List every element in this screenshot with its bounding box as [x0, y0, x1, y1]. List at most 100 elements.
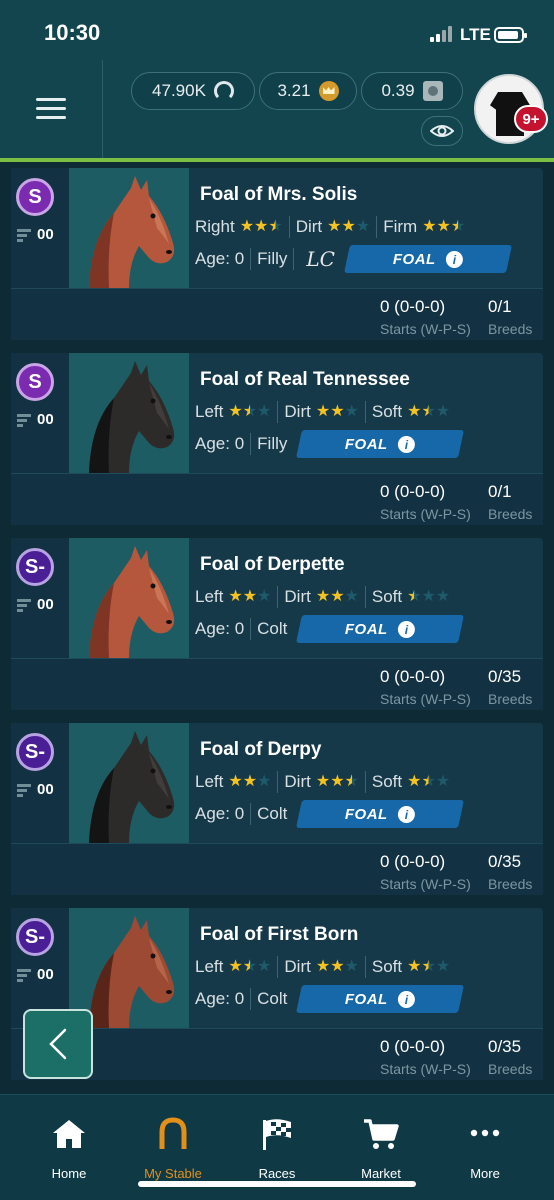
horse-name[interactable]: Foal of Derpette — [200, 554, 345, 576]
star-rating: ★ ★ ★ — [316, 404, 359, 420]
tab-market[interactable]: Market — [331, 1117, 431, 1181]
surface-ratings-row: Left ★ ★ ★ Dirt ★ ★ ★ Soft ★ ★ ★ — [195, 584, 456, 610]
star-rating: ★ ★ ★ — [407, 774, 450, 790]
chevron-left-icon — [49, 1028, 67, 1060]
horse-image[interactable] — [69, 723, 189, 843]
horse-name[interactable]: Foal of Derpy — [200, 739, 321, 761]
currency-3-value: 0.39 — [381, 81, 415, 100]
currency-pill-3[interactable]: 0.39 — [361, 72, 463, 110]
info-icon[interactable]: i — [445, 250, 463, 268]
sex-label: Colt — [257, 619, 288, 638]
star-icon: ★ — [228, 403, 243, 420]
horse-image[interactable] — [69, 353, 189, 473]
star-icon: ★ — [330, 958, 345, 975]
age-label: Age: 0 — [195, 989, 245, 1008]
star-rating: ★ ★ ★ — [228, 589, 271, 605]
star-icon: ★ — [315, 588, 331, 605]
tab-more[interactable]: More — [435, 1117, 535, 1181]
star-icon: ★ — [436, 218, 451, 235]
foal-button[interactable]: FOAL i — [296, 800, 465, 828]
age-label: Age: 0 — [195, 804, 245, 823]
back-button[interactable] — [23, 1009, 93, 1079]
star-icon: ★ — [242, 958, 258, 975]
starts-label: Starts (W-P-S) — [380, 321, 471, 337]
horse-card[interactable]: S- 00 Foal of Derpette Left ★ ★ ★ Dirt ★ ★ ★ Soft ★ ★… — [11, 538, 543, 710]
star-icon: ★ — [407, 773, 422, 790]
age-sex-row: Age: 0 Colt FOAL i — [195, 985, 465, 1013]
horse-card[interactable]: S 00 Foal of Real Tennessee Left ★ ★ ★ Dirt ★ ★ ★ S… — [11, 353, 543, 525]
horse-image[interactable] — [69, 538, 189, 658]
card-stats: 0 (0-0-0) Starts (W-P-S) 0/1 Breeds — [11, 288, 543, 340]
foal-label: FOAL — [345, 620, 389, 638]
horse-card[interactable]: S- 00 Foal of Derpy Left ★ ★ ★ Dirt ★ ★ ★ Soft ★ ★ ★ Ag… — [11, 723, 543, 895]
tab-label: Races — [258, 1166, 296, 1181]
grade-badge: S- — [16, 548, 54, 586]
star-icon: ★ — [344, 403, 359, 420]
horse-image[interactable] — [69, 168, 189, 288]
tab-label: More — [470, 1166, 500, 1181]
surface-rating: Soft ★ ★ ★ — [372, 772, 456, 792]
horseshoe-icon — [159, 1117, 187, 1149]
star-icon: ★ — [435, 773, 451, 790]
foal-button[interactable]: FOAL i — [343, 245, 512, 273]
currency-pill-1[interactable]: 47.90K — [131, 72, 255, 110]
star-rating: ★ ★ ★ — [407, 404, 450, 420]
divider — [250, 988, 252, 1010]
currency-pill-2[interactable]: 3.21 — [259, 72, 357, 110]
starts-value: 0 (0-0-0) — [380, 482, 446, 501]
horse-name[interactable]: Foal of First Born — [200, 924, 358, 946]
status-time: 10:30 — [44, 20, 101, 45]
foal-button[interactable]: FOAL i — [296, 430, 465, 458]
info-icon[interactable]: i — [398, 805, 416, 823]
battery-icon — [494, 27, 527, 43]
speed-icon — [17, 968, 31, 982]
breeds-value: 0/1 — [488, 297, 512, 316]
divider — [293, 248, 295, 270]
info-icon[interactable]: i — [398, 435, 416, 453]
divider — [250, 803, 252, 825]
star-icon: ★ — [344, 773, 359, 790]
breeds-value: 0/35 — [488, 1037, 522, 1056]
star-icon: ★ — [344, 958, 359, 975]
star-icon: ★ — [257, 773, 272, 790]
grade-badge: S- — [16, 918, 54, 956]
surface-label: Soft — [371, 402, 403, 421]
tab-my-stable[interactable]: My Stable — [123, 1117, 223, 1181]
tab-home[interactable]: Home — [19, 1117, 119, 1181]
star-icon: ★ — [257, 588, 272, 605]
visibility-toggle[interactable] — [421, 116, 463, 146]
star-rating: ★ ★ ★ — [228, 404, 271, 420]
surface-rating: Left ★ ★ ★ — [195, 957, 277, 977]
foal-button[interactable]: FOAL i — [296, 615, 465, 643]
starts-value: 0 (0-0-0) — [380, 297, 446, 316]
star-rating: ★ ★ ★ — [407, 959, 450, 975]
info-icon[interactable]: i — [398, 990, 416, 1008]
breeds-label: Breeds — [488, 691, 533, 707]
horse-card[interactable]: S 00 Foal of Mrs. Solis Right ★ ★ ★ Dirt ★ ★ ★ Firm… — [11, 168, 543, 340]
surface-label: Dirt — [284, 957, 311, 976]
tab-races[interactable]: Races — [227, 1117, 327, 1181]
notification-badge: 9+ — [514, 105, 548, 133]
info-icon[interactable]: i — [398, 620, 416, 638]
horse-list[interactable]: S 00 Foal of Mrs. Solis Right ★ ★ ★ Dirt ★ ★ ★ Firm… — [0, 162, 554, 1094]
home-indicator — [138, 1181, 416, 1187]
horse-name[interactable]: Foal of Mrs. Solis — [200, 184, 357, 206]
hamburger-menu-icon[interactable] — [36, 98, 66, 120]
speed-value: 00 — [37, 411, 54, 428]
star-icon: ★ — [228, 773, 243, 790]
speed-value: 00 — [37, 781, 54, 798]
surface-rating: Left ★ ★ ★ — [195, 772, 277, 792]
foal-button[interactable]: FOAL i — [296, 985, 465, 1013]
surface-rating: Dirt ★ ★ ★ — [284, 402, 364, 422]
divider — [376, 216, 378, 238]
divider — [364, 401, 366, 423]
horse-portrait — [89, 361, 175, 473]
age-label: Age: 0 — [195, 249, 245, 268]
age-sex-row: Age: 0 Filly FOAL i — [195, 430, 465, 458]
starts-value: 0 (0-0-0) — [380, 852, 446, 871]
horse-name[interactable]: Foal of Real Tennessee — [200, 369, 410, 391]
horse-meta: S- 00 — [11, 723, 69, 843]
speed-value: 00 — [37, 596, 54, 613]
surface-label: Left — [195, 772, 224, 791]
currency-1-value: 47.90K — [152, 81, 206, 100]
